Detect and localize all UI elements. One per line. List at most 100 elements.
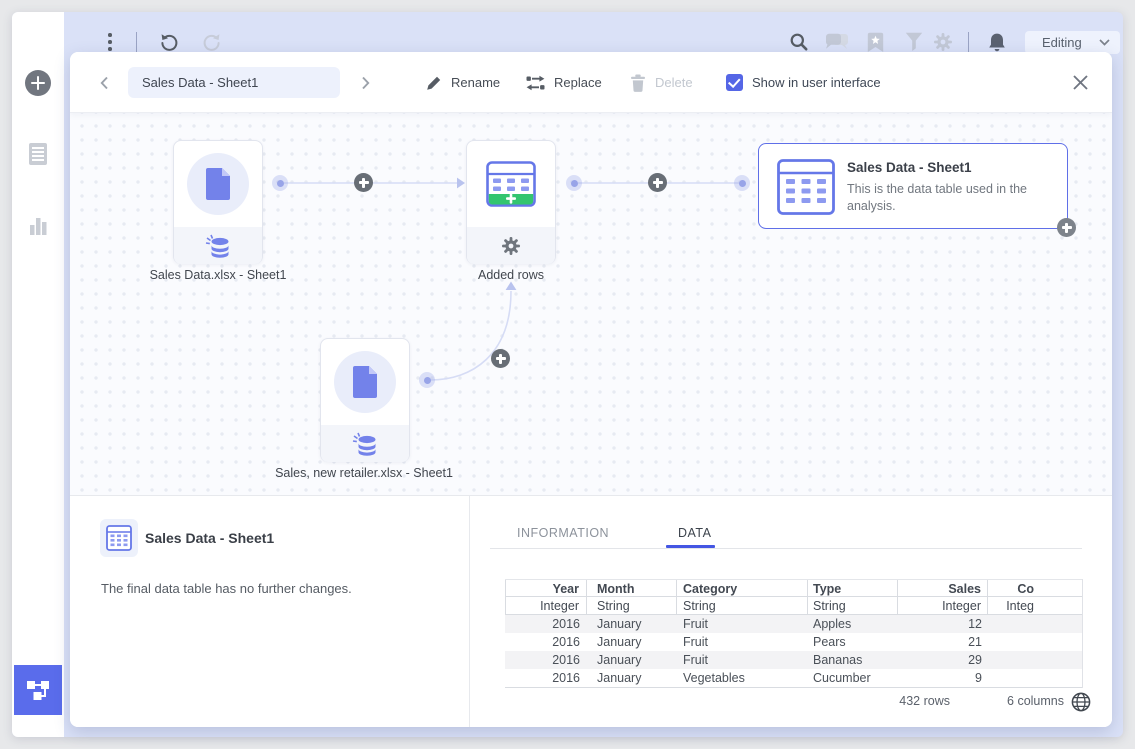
gear-icon[interactable] <box>501 236 521 256</box>
cell: January <box>587 651 677 669</box>
cell: January <box>587 633 677 651</box>
data-source-icon <box>203 233 233 259</box>
delete-button[interactable]: Delete <box>630 52 693 113</box>
replace-label: Replace <box>554 75 602 90</box>
cell: Pears <box>808 633 898 651</box>
file-icon-circle <box>334 351 396 413</box>
node-label: Sales, new retailer.xlsx - Sheet1 <box>275 466 453 480</box>
node-footer <box>467 227 555 264</box>
close-button[interactable] <box>1072 52 1089 113</box>
selected-node-title: Sales Data - Sheet1 <box>145 530 274 546</box>
locale-button[interactable] <box>1070 691 1092 718</box>
cell <box>988 651 1034 669</box>
checkbox-checked-icon[interactable] <box>726 74 743 91</box>
kebab-menu-icon <box>108 33 112 51</box>
added-rows-node[interactable] <box>466 140 556 264</box>
cell: Apples <box>808 615 898 633</box>
column-header: Type <box>808 580 898 596</box>
add-transformation-button[interactable] <box>1057 218 1076 237</box>
cell <box>988 615 1034 633</box>
file-icon <box>204 167 232 201</box>
menu-button[interactable] <box>101 33 119 51</box>
replace-button[interactable]: Replace <box>526 52 602 113</box>
cell <box>988 633 1034 651</box>
node-footer <box>174 227 262 264</box>
redo-icon <box>202 32 222 52</box>
settings-button[interactable] <box>933 32 953 52</box>
final-data-table-node[interactable]: Sales Data - Sheet1 This is the data tab… <box>758 143 1068 229</box>
cell: Fruit <box>677 633 808 651</box>
column-header: Co <box>988 580 1034 596</box>
cell: 2016 <box>505 651 587 669</box>
undo-icon <box>159 32 179 52</box>
toolbar-divider <box>968 32 969 52</box>
search-button[interactable] <box>788 31 810 53</box>
comments-icon <box>825 33 851 51</box>
column-type: String <box>808 597 898 614</box>
globe-icon <box>1070 691 1092 713</box>
source-node-sales-data[interactable] <box>173 140 263 264</box>
output-port-dot <box>419 372 435 388</box>
pages-button[interactable] <box>27 142 49 171</box>
final-node-description: This is the data table used in the analy… <box>847 181 1052 215</box>
insert-step-button[interactable] <box>648 173 667 192</box>
node-label: Added rows <box>478 268 544 282</box>
cell: 12 <box>898 615 988 633</box>
node-toolbar: Sales Data - Sheet1 Rename Replace <box>70 52 1112 113</box>
data-preview-table: Year Month Category Type Sales Co Intege… <box>505 579 1083 687</box>
column-count: 6 columns <box>978 694 1064 708</box>
column-type-row: Integer String String String Integer Int… <box>505 597 1083 615</box>
data-table-icon <box>777 159 835 215</box>
cell: Vegetables <box>677 669 808 687</box>
forward-icon <box>361 76 370 90</box>
chevron-down-icon <box>1099 39 1110 46</box>
filter-icon <box>905 32 923 52</box>
cell: 21 <box>898 633 988 651</box>
notifications-button[interactable] <box>986 31 1008 54</box>
visualizations-button[interactable] <box>28 214 48 241</box>
mode-dropdown[interactable]: Editing <box>1025 31 1120 54</box>
cell <box>988 669 1034 687</box>
toolbar-divider <box>136 32 137 52</box>
cell: 2016 <box>505 615 587 633</box>
node-name-input[interactable]: Sales Data - Sheet1 <box>128 67 340 98</box>
show-in-ui-toggle[interactable]: Show in user interface <box>726 52 881 113</box>
previous-node-button[interactable] <box>100 52 109 113</box>
comments-button[interactable] <box>825 33 851 51</box>
column-type: Integ <box>988 597 1034 614</box>
tab-information[interactable]: INFORMATION <box>517 526 609 540</box>
rename-button[interactable]: Rename <box>426 52 500 113</box>
cell: 29 <box>898 651 988 669</box>
column-header: Sales <box>898 580 988 596</box>
node-label: Sales Data.xlsx - Sheet1 <box>150 268 287 282</box>
add-content-button[interactable] <box>25 70 51 96</box>
column-header-row: Year Month Category Type Sales Co <box>505 579 1083 597</box>
table-row: 2016 January Vegetables Cucumber 9 <box>505 669 1083 687</box>
insert-step-button[interactable] <box>354 173 373 192</box>
cell: 2016 <box>505 669 587 687</box>
source-node-new-retailer[interactable] <box>320 338 410 462</box>
bookmarks-icon <box>867 32 884 53</box>
data-canvas-button[interactable] <box>14 665 62 715</box>
file-node-body <box>321 339 409 425</box>
filter-button[interactable] <box>904 31 924 53</box>
redo-button[interactable] <box>201 31 223 53</box>
authoring-sidebar <box>12 12 64 737</box>
file-icon-circle <box>187 153 249 215</box>
insert-step-button[interactable] <box>491 349 510 368</box>
column-type: String <box>677 597 808 614</box>
pages-icon <box>27 142 49 166</box>
bookmarks-button[interactable] <box>866 31 884 53</box>
column-header: Month <box>587 580 677 596</box>
tab-data[interactable]: DATA <box>678 526 711 540</box>
added-rows-icon <box>486 161 536 207</box>
delete-label: Delete <box>655 75 693 90</box>
cell: Bananas <box>808 651 898 669</box>
data-table-icon <box>106 525 132 551</box>
final-node-title: Sales Data - Sheet1 <box>847 160 972 175</box>
cell: Fruit <box>677 615 808 633</box>
undo-button[interactable] <box>158 31 180 53</box>
next-node-button[interactable] <box>361 52 370 113</box>
data-canvas[interactable]: Sales Data.xlsx - Sheet1 <box>70 113 1112 495</box>
show-in-ui-label: Show in user interface <box>752 75 881 90</box>
